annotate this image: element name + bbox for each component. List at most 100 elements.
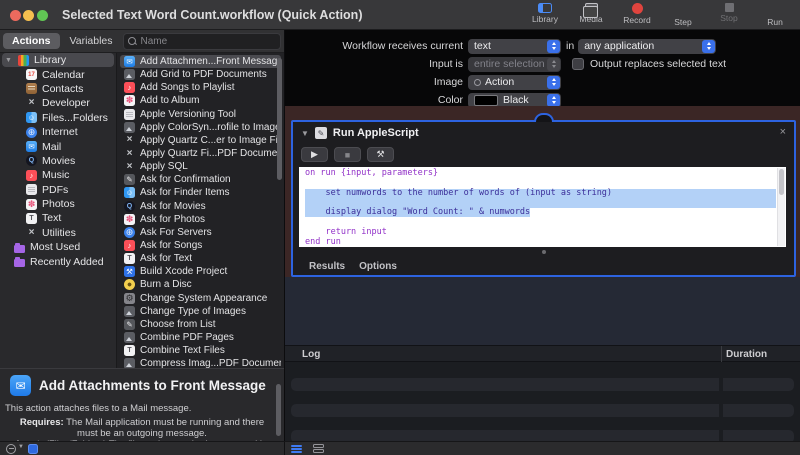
action-list-item[interactable]: Ask for Text: [120, 252, 281, 265]
action-list-item[interactable]: Choose from List: [120, 318, 281, 331]
search-input[interactable]: [139, 35, 276, 48]
action-list-scrollbar[interactable]: [277, 58, 282, 180]
log-column-header[interactable]: Log: [302, 349, 320, 360]
remove-action-icon[interactable]: [6, 444, 16, 454]
search-field[interactable]: [123, 33, 281, 50]
action-list-item[interactable]: Ask For Servers: [120, 226, 281, 239]
toolbar-button[interactable]: Stop: [712, 1, 746, 23]
log-stack-view-icon[interactable]: [313, 444, 324, 453]
sidebar-item[interactable]: ▼ Text: [2, 211, 114, 225]
action-item-icon: [124, 253, 135, 264]
action-list-item[interactable]: Burn a Disc: [120, 278, 281, 291]
action-list-item[interactable]: Add Songs to Playlist: [120, 81, 281, 94]
sidebar-item[interactable]: ▼ Movies: [2, 154, 114, 168]
sidebar-item-label: Photos: [42, 198, 75, 210]
input-type-dropdown[interactable]: text: [468, 39, 561, 54]
tab-variables[interactable]: Variables: [70, 35, 113, 47]
log-table: [285, 362, 800, 441]
action-list-item[interactable]: Apply ColorSyn...rofile to Images: [120, 121, 281, 134]
close-action-icon[interactable]: ×: [780, 126, 786, 138]
action-list-item[interactable]: Compress Imag...PDF Documents: [120, 357, 281, 368]
action-list-item[interactable]: Apply Quartz Fi...PDF Documents: [120, 147, 281, 160]
sidebar-item-label: Internet: [42, 126, 78, 138]
column-divider[interactable]: [721, 346, 722, 363]
toolbar-button[interactable]: Record: [620, 1, 654, 25]
image-dropdown[interactable]: Action: [468, 75, 561, 90]
zoom-button[interactable]: [37, 10, 48, 21]
action-header[interactable]: ▼ ✎ Run AppleScript ×: [293, 122, 794, 144]
toolbar-button[interactable]: Library: [528, 1, 562, 24]
tab-results[interactable]: Results: [309, 261, 345, 272]
action-item-label: Choose from List: [140, 319, 216, 330]
sidebar-item[interactable]: ▼ Library: [2, 53, 114, 67]
chevron-down-icon[interactable]: ▼: [18, 444, 24, 450]
action-list-item[interactable]: Change Type of Images: [120, 305, 281, 318]
sidebar-item-icon: [26, 227, 37, 238]
action-list-item[interactable]: Apple Versioning Tool: [120, 108, 281, 121]
action-list-item[interactable]: Add Grid to PDF Documents: [120, 68, 281, 81]
action-item-label: Burn a Disc: [140, 279, 192, 290]
output-replaces-checkbox[interactable]: [572, 58, 584, 70]
action-list-item[interactable]: Ask for Songs: [120, 239, 281, 252]
search-icon: [128, 37, 136, 45]
toolbar-button-label: Library: [532, 14, 558, 24]
toolbar-button[interactable]: Media: [574, 1, 608, 24]
code-line[interactable]: set numwords to the number of words of (…: [305, 189, 776, 199]
toolbar-button[interactable]: Step: [666, 1, 700, 27]
action-list-item[interactable]: Ask for Movies: [120, 200, 281, 213]
code-line[interactable]: end run: [305, 238, 776, 247]
action-item-label: Apply ColorSyn...rofile to Images: [140, 122, 281, 133]
description-body: This action attaches files to a Mail mes…: [0, 403, 284, 414]
script-compile-button[interactable]: ⚒: [367, 147, 394, 162]
action-item-icon: [124, 148, 135, 159]
sidebar-item[interactable]: ▼ Files...Folders: [2, 111, 114, 125]
sidebar-item[interactable]: ▼ Contacts: [2, 82, 114, 96]
application-dropdown[interactable]: any application: [578, 39, 716, 54]
action-list-item[interactable]: Add to Album: [120, 94, 281, 107]
action-list-item[interactable]: Apply Quartz C...er to Image Files: [120, 134, 281, 147]
action-list-item[interactable]: Add Attachmen...Front Message: [120, 55, 281, 68]
media-browser-icon[interactable]: [28, 444, 38, 454]
toolbar-button[interactable]: Run: [758, 1, 792, 27]
sidebar-item[interactable]: ▼ Utilities: [2, 226, 114, 240]
sidebar-item[interactable]: ▼ Music: [2, 168, 114, 182]
script-stop-button[interactable]: ■: [334, 147, 361, 162]
applescript-editor[interactable]: on run {input, parameters} set numwords …: [299, 167, 786, 247]
code-line[interactable]: display dialog "Word Count: " & numwords: [305, 208, 776, 218]
duration-column-header[interactable]: Duration: [726, 349, 767, 360]
run-applescript-action[interactable]: ▼ ✎ Run AppleScript × ▶ ■ ⚒ on run {inpu…: [291, 120, 796, 277]
action-item-label: Ask for Finder Items: [140, 187, 229, 198]
chevron-down-icon[interactable]: ▼: [5, 57, 13, 64]
sidebar-item[interactable]: ▼ Photos: [2, 197, 114, 211]
action-list-item[interactable]: Ask for Finder Items: [120, 186, 281, 199]
resize-handle[interactable]: [542, 250, 546, 254]
action-list-item[interactable]: Ask for Photos: [120, 213, 281, 226]
action-list-item[interactable]: Combine Text Files: [120, 344, 281, 357]
sidebar-item[interactable]: ▼ Recently Added: [2, 254, 114, 268]
close-button[interactable]: [10, 10, 21, 21]
tab-options[interactable]: Options: [359, 261, 397, 272]
sidebar-item[interactable]: ▼ Developer: [2, 96, 114, 110]
code-scrollbar[interactable]: [777, 168, 785, 246]
code-line[interactable]: return input: [305, 228, 776, 238]
tab-actions[interactable]: Actions: [3, 33, 60, 49]
sidebar-item[interactable]: ▼ Calendar: [2, 67, 114, 81]
action-input-connector: [534, 113, 554, 122]
sidebar-item[interactable]: ▼ Most Used: [2, 240, 114, 254]
action-list-item[interactable]: Apply SQL: [120, 160, 281, 173]
log-list-view-icon[interactable]: [291, 445, 302, 453]
chevron-down-icon[interactable]: ▼: [301, 129, 309, 138]
code-line[interactable]: on run {input, parameters}: [305, 169, 776, 179]
sidebar-item-label: Utilities: [42, 227, 76, 239]
action-list-item[interactable]: Build Xcode Project: [120, 265, 281, 278]
sidebar-item[interactable]: ▼ Internet: [2, 125, 114, 139]
script-run-button[interactable]: ▶: [301, 147, 328, 162]
minimize-button[interactable]: [23, 10, 34, 21]
sidebar-item[interactable]: ▼ Mail: [2, 139, 114, 153]
action-list-item[interactable]: Combine PDF Pages: [120, 331, 281, 344]
action-list-item[interactable]: Change System Appearance: [120, 292, 281, 305]
description-scrollbar[interactable]: [276, 384, 281, 436]
action-list-item[interactable]: Ask for Confirmation: [120, 173, 281, 186]
sidebar-item[interactable]: ▼ PDFs: [2, 183, 114, 197]
sidebar-item-label: Library: [34, 54, 66, 66]
